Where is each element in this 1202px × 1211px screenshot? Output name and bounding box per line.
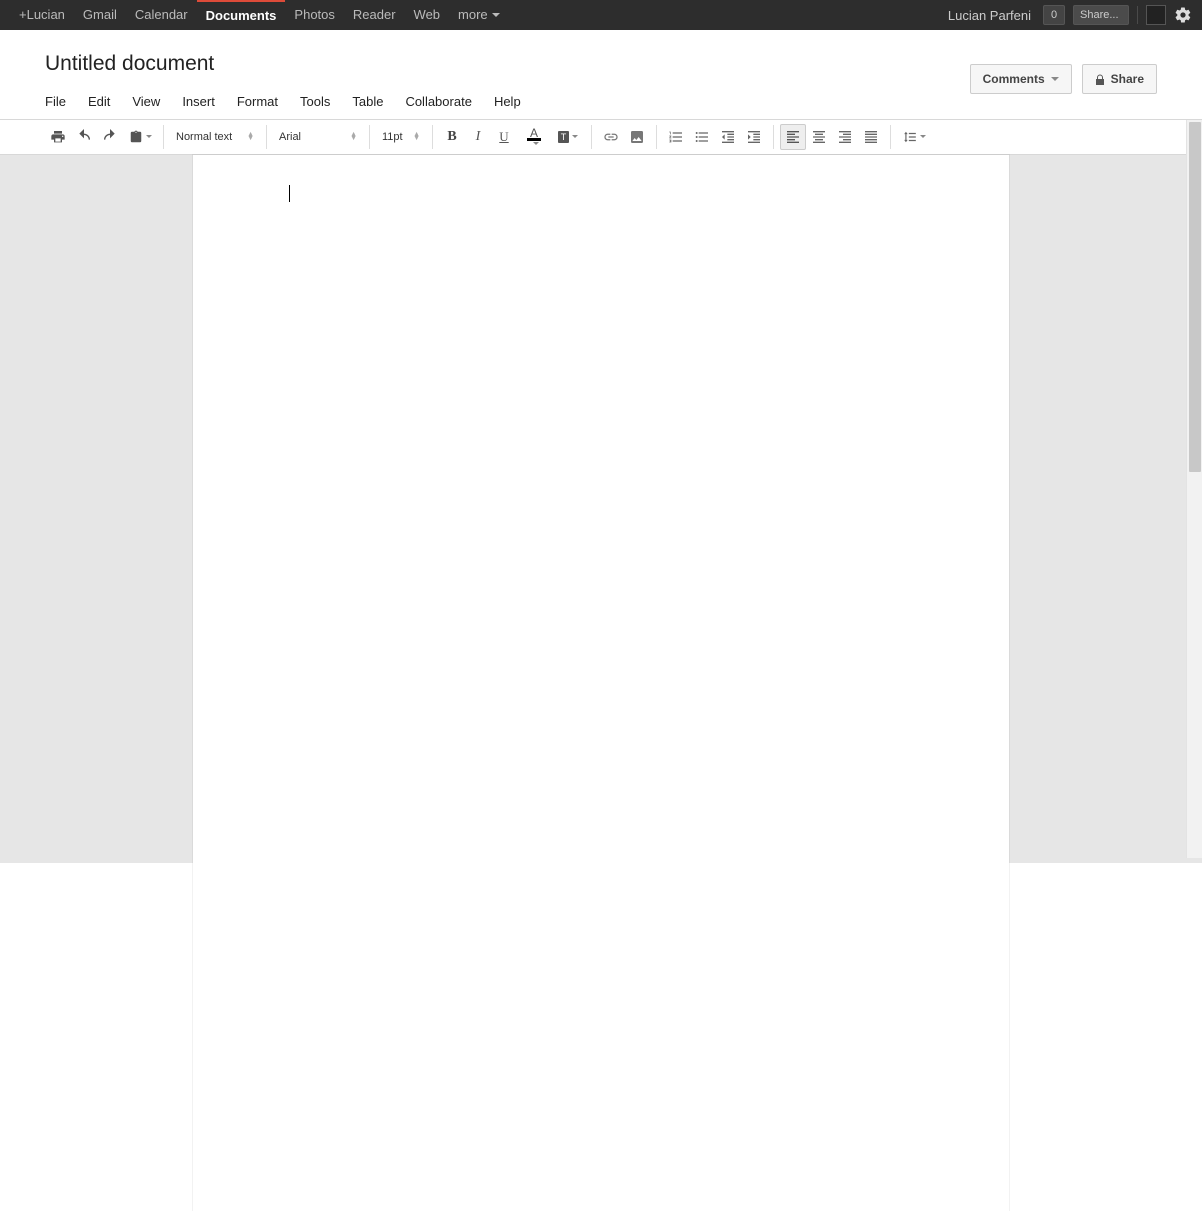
menu-help[interactable]: Help <box>494 94 521 109</box>
insert-image-button[interactable] <box>624 124 650 150</box>
comments-label: Comments <box>983 72 1045 86</box>
paragraph-style-select[interactable]: Normal text ▲▼ <box>170 124 260 150</box>
gbar-documents[interactable]: Documents <box>197 0 286 30</box>
toolbar-separator <box>656 125 657 149</box>
print-button[interactable] <box>45 124 71 150</box>
font-size-select[interactable]: 11pt ▲▼ <box>376 124 426 150</box>
vertical-scrollbar[interactable] <box>1186 120 1202 858</box>
google-bar-right: Lucian Parfeni 0 Share... <box>948 5 1192 25</box>
stepper-icon: ▲▼ <box>241 133 254 141</box>
align-left-button[interactable] <box>780 124 806 150</box>
chevron-down-icon <box>1051 77 1059 85</box>
gbar-calendar[interactable]: Calendar <box>126 0 197 30</box>
toolbar-separator <box>369 125 370 149</box>
text-color-button[interactable]: A <box>517 124 551 150</box>
font-family-select[interactable]: Arial ▲▼ <box>273 124 363 150</box>
share-button[interactable]: Share <box>1082 64 1157 94</box>
toolbar-separator <box>163 125 164 149</box>
menu-bar: File Edit View Insert Format Tools Table… <box>45 80 970 119</box>
toolbar-separator <box>266 125 267 149</box>
gbar-separator <box>1137 6 1138 24</box>
menu-table[interactable]: Table <box>352 94 383 109</box>
document-canvas[interactable] <box>0 155 1202 863</box>
increase-indent-button[interactable] <box>741 124 767 150</box>
menu-insert[interactable]: Insert <box>182 94 215 109</box>
stepper-icon: ▲▼ <box>407 133 420 141</box>
gbar-gmail[interactable]: Gmail <box>74 0 126 30</box>
undo-button[interactable] <box>71 124 97 150</box>
clipboard-button[interactable] <box>123 124 157 150</box>
insert-link-button[interactable] <box>598 124 624 150</box>
font-size-value: 11pt <box>382 131 403 143</box>
gbar-photos[interactable]: Photos <box>285 0 343 30</box>
gbar-more[interactable]: more <box>449 0 509 30</box>
google-bar: +Lucian Gmail Calendar Documents Photos … <box>0 0 1202 30</box>
underline-button[interactable]: U <box>491 124 517 150</box>
gbar-notifications-count[interactable]: 0 <box>1043 5 1065 25</box>
lock-icon <box>1095 74 1105 84</box>
menu-view[interactable]: View <box>132 94 160 109</box>
document-header-left: Untitled document File Edit View Insert … <box>45 52 970 119</box>
bulleted-list-button[interactable] <box>689 124 715 150</box>
align-center-button[interactable] <box>806 124 832 150</box>
highlight-color-button[interactable]: T <box>551 124 585 150</box>
menu-format[interactable]: Format <box>237 94 278 109</box>
text-cursor <box>289 185 290 202</box>
toolbar-separator <box>591 125 592 149</box>
toolbar-separator <box>773 125 774 149</box>
align-justify-button[interactable] <box>858 124 884 150</box>
menu-file[interactable]: File <box>45 94 66 109</box>
toolbar-separator <box>432 125 433 149</box>
stepper-icon: ▲▼ <box>344 133 357 141</box>
menu-collaborate[interactable]: Collaborate <box>405 94 472 109</box>
italic-button[interactable]: I <box>465 124 491 150</box>
font-family-value: Arial <box>279 131 301 143</box>
line-spacing-button[interactable] <box>897 124 931 150</box>
redo-button[interactable] <box>97 124 123 150</box>
gbar-avatar[interactable] <box>1146 5 1166 25</box>
gbar-share-button[interactable]: Share... <box>1073 5 1129 25</box>
format-toolbar: Normal text ▲▼ Arial ▲▼ 11pt ▲▼ B I U A … <box>0 119 1202 155</box>
document-header-right: Comments Share <box>970 52 1157 94</box>
menu-edit[interactable]: Edit <box>88 94 110 109</box>
paragraph-style-value: Normal text <box>176 131 232 143</box>
google-bar-left: +Lucian Gmail Calendar Documents Photos … <box>10 0 509 30</box>
bold-button[interactable]: B <box>439 124 465 150</box>
gbar-web[interactable]: Web <box>405 0 450 30</box>
gbar-reader[interactable]: Reader <box>344 0 405 30</box>
document-title[interactable]: Untitled document <box>45 52 970 80</box>
align-right-button[interactable] <box>832 124 858 150</box>
document-page[interactable] <box>193 155 1009 1211</box>
gbar-plus[interactable]: +Lucian <box>10 0 74 30</box>
scrollbar-thumb[interactable] <box>1189 122 1201 472</box>
toolbar-separator <box>890 125 891 149</box>
comments-button[interactable]: Comments <box>970 64 1072 94</box>
gear-icon[interactable] <box>1174 6 1192 24</box>
gbar-user-name[interactable]: Lucian Parfeni <box>948 8 1035 23</box>
document-header: Untitled document File Edit View Insert … <box>0 30 1202 119</box>
menu-tools[interactable]: Tools <box>300 94 330 109</box>
share-label: Share <box>1111 72 1144 86</box>
decrease-indent-button[interactable] <box>715 124 741 150</box>
numbered-list-button[interactable] <box>663 124 689 150</box>
